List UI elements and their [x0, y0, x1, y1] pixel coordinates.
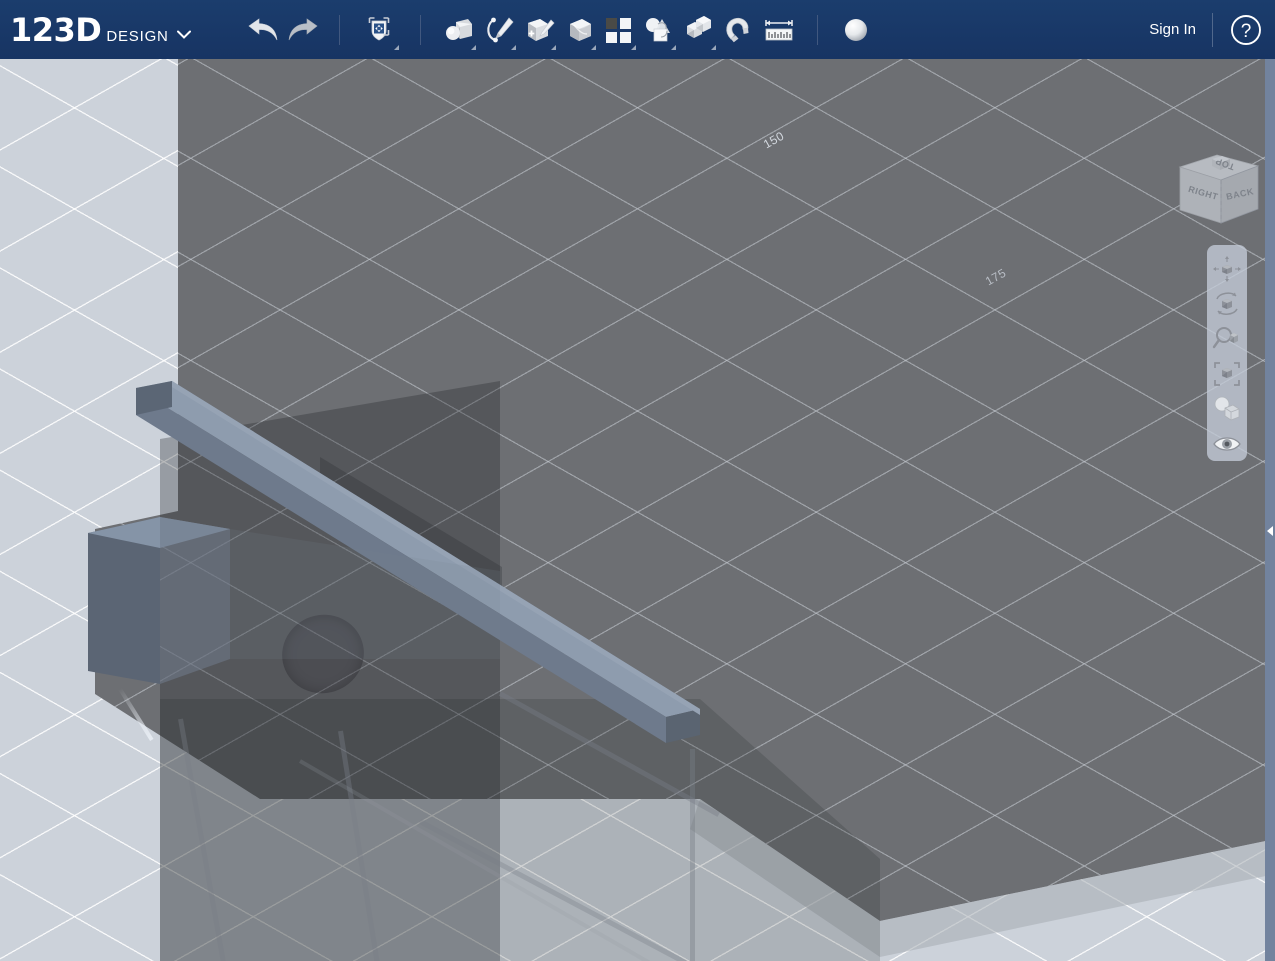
- sketch-button[interactable]: [479, 8, 519, 52]
- toolbar-divider-3: [816, 14, 818, 45]
- material-button[interactable]: [836, 8, 876, 52]
- sign-in-button[interactable]: Sign In: [1149, 21, 1196, 38]
- redo-button[interactable]: [283, 8, 323, 52]
- transform-button[interactable]: [356, 8, 402, 52]
- grouping-button[interactable]: [639, 8, 679, 52]
- construct-expand-corner[interactable]: [550, 44, 556, 50]
- combine-button[interactable]: [679, 8, 719, 52]
- toolbar-divider-2: [419, 14, 421, 45]
- undo-button[interactable]: [243, 8, 283, 52]
- toolbar-divider-1: [338, 14, 340, 45]
- toolbar-divider-4: [1212, 12, 1213, 47]
- workplane: 150 175: [0, 59, 1275, 961]
- view-cube[interactable]: TOP RIGHT BACK: [1168, 131, 1268, 229]
- primitives-button[interactable]: [439, 8, 479, 52]
- ghost-rod-3: [690, 749, 695, 961]
- view-style-button[interactable]: [1209, 391, 1245, 426]
- 3d-viewport[interactable]: 150 175 TOP RIGHT BACK: [0, 59, 1275, 961]
- top-toolbar: 123D DESIGN Sign In ?: [0, 0, 1275, 59]
- brand-secondary: DESIGN: [106, 27, 169, 45]
- snap-button[interactable]: [719, 8, 759, 52]
- svg-text:?: ?: [1241, 21, 1252, 42]
- construct-button[interactable]: [519, 8, 559, 52]
- measure-button[interactable]: [759, 8, 799, 52]
- pattern-button[interactable]: [599, 8, 639, 52]
- visibility-button[interactable]: [1209, 426, 1245, 461]
- chevron-right-icon: [1267, 526, 1273, 536]
- modify-expand-corner[interactable]: [590, 44, 596, 50]
- zoom-button[interactable]: [1209, 321, 1245, 356]
- pattern-expand-corner[interactable]: [630, 44, 636, 50]
- navigation-bar: [1207, 245, 1247, 461]
- app-root: 123D DESIGN Sign In ? 150 175 TOP RIGHT …: [0, 0, 1275, 961]
- grouping-expand-corner[interactable]: [670, 44, 676, 50]
- transform-expand-corner[interactable]: [393, 44, 399, 50]
- combine-expand-corner[interactable]: [710, 44, 716, 50]
- app-logo[interactable]: 123D DESIGN: [10, 14, 191, 46]
- pan-button[interactable]: [1209, 251, 1245, 286]
- primitives-expand-corner[interactable]: [470, 44, 476, 50]
- chevron-down-icon[interactable]: [176, 28, 191, 41]
- fit-button[interactable]: [1209, 356, 1245, 391]
- toolbar-buttons: [243, 0, 876, 59]
- orbit-button[interactable]: [1209, 286, 1245, 321]
- right-panel-handle[interactable]: [1265, 59, 1275, 961]
- help-button[interactable]: ?: [1229, 13, 1263, 47]
- sketch-expand-corner[interactable]: [510, 44, 516, 50]
- modify-button[interactable]: [559, 8, 599, 52]
- brand-primary: 123D: [10, 10, 102, 49]
